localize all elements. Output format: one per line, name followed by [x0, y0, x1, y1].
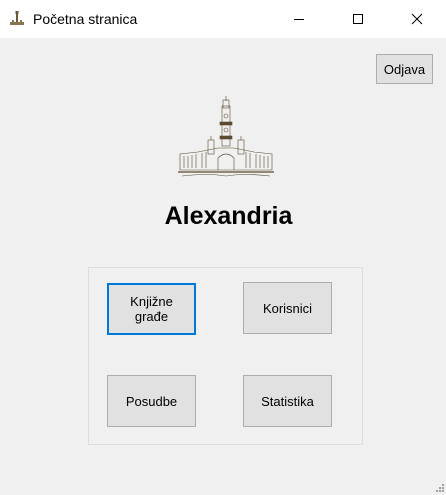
loans-button[interactable]: Posudbe	[107, 375, 196, 427]
users-button[interactable]: Korisnici	[243, 282, 332, 334]
minimize-button[interactable]	[276, 0, 322, 38]
minimize-icon	[294, 19, 304, 20]
resize-grip-icon[interactable]	[433, 481, 445, 493]
close-icon	[411, 13, 423, 25]
cathedral-icon	[10, 11, 24, 25]
maximize-icon	[353, 14, 363, 24]
main-panel: Odjava Alexandria Knjižne građe Korisnic…	[0, 38, 446, 495]
app-title: Alexandria	[164, 202, 293, 230]
books-button[interactable]: Knjižne građe	[107, 283, 196, 335]
title-bar[interactable]: Početna stranica	[0, 0, 446, 38]
logout-button[interactable]: Odjava	[376, 54, 433, 84]
maximize-button[interactable]	[335, 0, 381, 38]
cathedral-logo-icon	[178, 96, 274, 177]
window-title: Početna stranica	[33, 11, 138, 27]
close-button[interactable]	[394, 0, 440, 38]
menu-panel: Knjižne građe Korisnici Posudbe Statisti…	[88, 267, 363, 445]
statistics-button[interactable]: Statistika	[243, 375, 332, 427]
